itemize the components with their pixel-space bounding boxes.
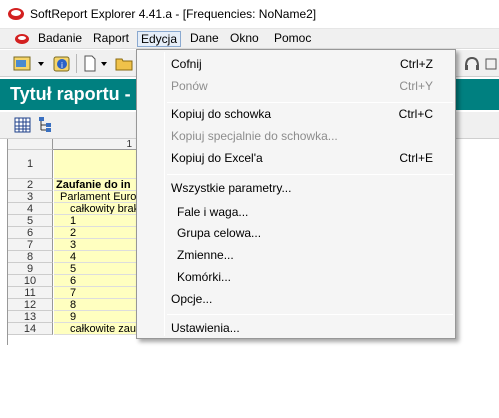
menu-item-settings[interactable]: Ustawienia... xyxy=(137,317,455,339)
menu-bar: Badanie Raport Edycja Dane Okno Pomoc xyxy=(0,29,499,49)
row-number[interactable]: 5 xyxy=(8,215,53,227)
menu-okno[interactable]: Okno xyxy=(227,31,262,47)
menu-item-shortcut: Ctrl+E xyxy=(399,151,433,165)
row-number[interactable]: 6 xyxy=(8,227,53,239)
menu-item-target-group[interactable]: Grupa celowa... xyxy=(137,222,455,244)
toolbar-separator xyxy=(76,54,77,73)
menu-item-label: Kopiuj do Excel'a xyxy=(171,151,263,165)
headphones-icon[interactable] xyxy=(463,54,481,73)
menu-item-variables[interactable]: Zmienne... xyxy=(137,244,455,266)
row-number[interactable]: 10 xyxy=(8,275,53,287)
menu-badanie[interactable]: Badanie xyxy=(35,31,85,47)
menu-item-cells[interactable]: Komórki... xyxy=(137,266,455,288)
row-number[interactable]: 14 xyxy=(8,323,53,335)
menu-item-copy[interactable]: Kopiuj do schowka Ctrl+C xyxy=(137,103,455,125)
menu-item-shortcut: Ctrl+C xyxy=(398,107,433,121)
menu-item-copy-excel[interactable]: Kopiuj do Excel'a Ctrl+E xyxy=(137,147,455,169)
menu-item-all-params[interactable]: Wszystkie parametry... xyxy=(137,177,455,199)
svg-text:i: i xyxy=(61,61,63,70)
row-number[interactable]: 12 xyxy=(8,299,53,311)
grid-icon[interactable] xyxy=(14,117,31,133)
menu-item-label: Komórki... xyxy=(177,270,232,284)
row-number[interactable]: 7 xyxy=(8,239,53,251)
menu-edycja[interactable]: Edycja xyxy=(137,31,182,47)
menu-item-label: Fale i waga... xyxy=(177,205,249,219)
menu-item-label: Grupa celowa... xyxy=(177,226,262,240)
menu-item-shortcut: Ctrl+Y xyxy=(399,79,433,93)
menu-item-filter-weight[interactable]: Fale i waga... xyxy=(137,201,455,223)
menu-pomoc[interactable]: Pomoc xyxy=(271,31,314,47)
edit-menu-dropdown: Cofnij Ctrl+Z Ponów Ctrl+Y Kopiuj do sch… xyxy=(136,49,456,339)
window-titlebar: SoftReport Explorer 4.41.a - [Frequencie… xyxy=(0,0,499,29)
chevron-down-icon[interactable] xyxy=(99,54,109,73)
menu-item-label: Opcje... xyxy=(171,292,213,306)
new-document-icon[interactable] xyxy=(82,54,98,73)
row-number[interactable]: 1 xyxy=(8,150,53,179)
menu-item-shortcut: Ctrl+Z xyxy=(400,57,433,71)
corner-cell xyxy=(8,139,53,150)
menu-separator xyxy=(167,314,453,315)
row-number[interactable]: 4 xyxy=(8,203,53,215)
menu-item-label: Ponów xyxy=(171,79,208,93)
menu-item-redo[interactable]: Ponów Ctrl+Y xyxy=(137,75,455,97)
window-title: SoftReport Explorer 4.41.a - [Frequencie… xyxy=(30,7,317,21)
row-number[interactable]: 2 xyxy=(8,179,53,191)
menu-raport[interactable]: Raport xyxy=(90,31,132,47)
menu-item-label: Kopiuj do schowka xyxy=(171,107,272,121)
menu-item-label: Zmienne... xyxy=(177,248,234,262)
menu-item-label: Ustawienia... xyxy=(171,321,240,335)
window-menu-icon[interactable] xyxy=(13,31,31,47)
row-number[interactable]: 3 xyxy=(8,191,53,203)
more-icon[interactable] xyxy=(483,54,499,73)
menu-separator xyxy=(167,174,453,175)
row-number[interactable]: 9 xyxy=(8,263,53,275)
grid-area-blank xyxy=(482,139,499,418)
menu-item-options[interactable]: Opcje... xyxy=(137,288,455,310)
row-number[interactable]: 13 xyxy=(8,311,53,323)
open-folder-icon[interactable] xyxy=(114,54,134,73)
chevron-down-icon[interactable] xyxy=(36,54,46,73)
tree-icon[interactable] xyxy=(37,116,53,133)
info-icon[interactable]: i xyxy=(52,54,72,73)
open-report-icon[interactable] xyxy=(12,54,34,73)
menu-dane[interactable]: Dane xyxy=(187,31,222,47)
menu-item-label: Cofnij xyxy=(171,57,202,71)
row-number[interactable]: 11 xyxy=(8,287,53,299)
menu-item-copy-special[interactable]: Kopiuj specjalnie do schowka... xyxy=(137,125,455,147)
menu-item-undo[interactable]: Cofnij Ctrl+Z xyxy=(137,53,455,75)
menu-item-label: Wszystkie parametry... xyxy=(171,181,292,195)
row-number[interactable]: 8 xyxy=(8,251,53,263)
app-logo-icon xyxy=(8,8,24,20)
menu-item-label: Kopiuj specjalnie do schowka... xyxy=(171,129,338,143)
